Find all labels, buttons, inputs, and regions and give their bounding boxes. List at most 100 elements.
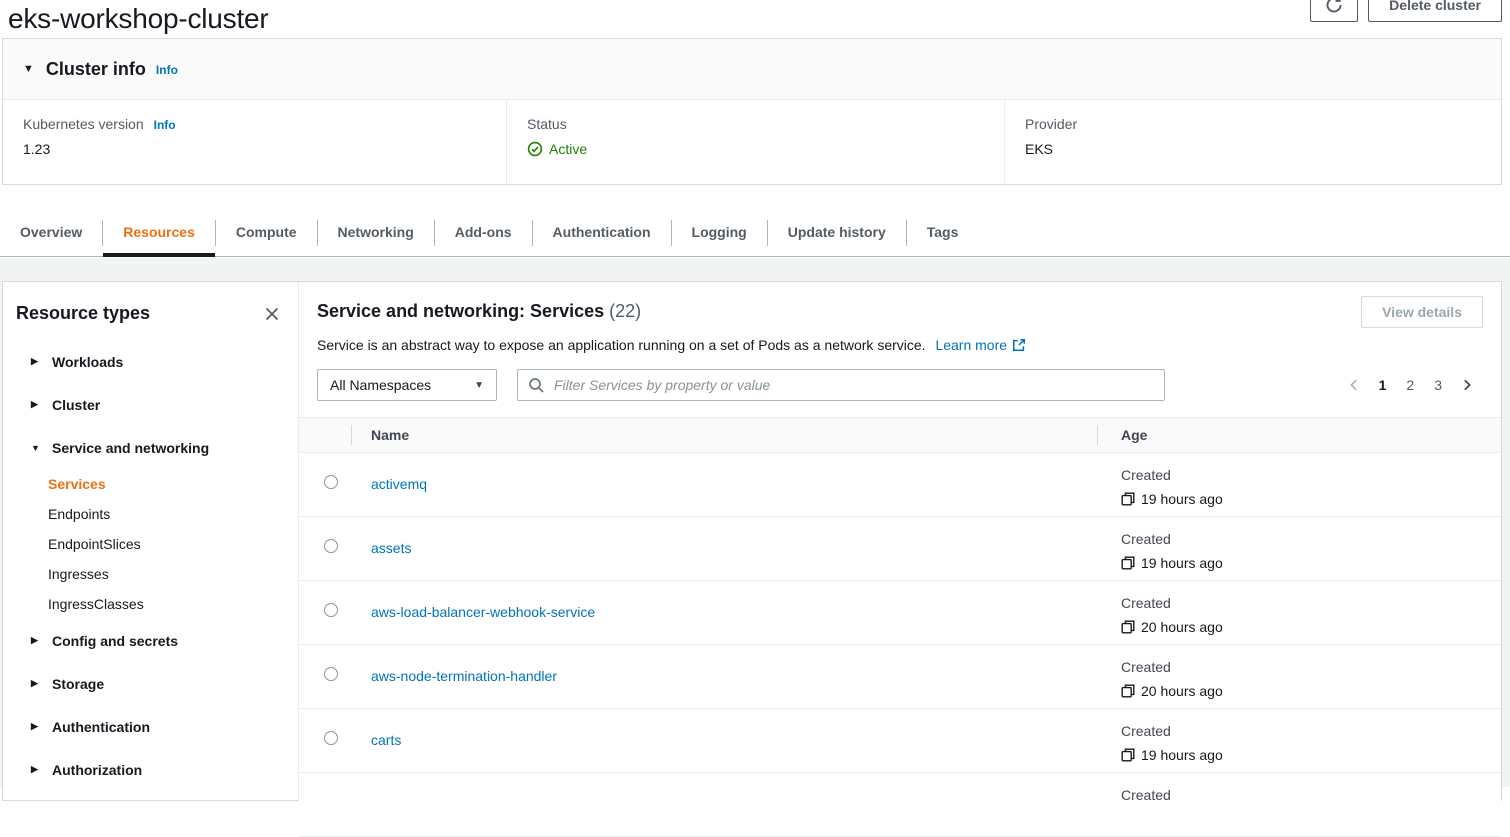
services-table: Name Age activemq Created 19 hours ago a… [299,417,1501,837]
page-number-2[interactable]: 2 [1399,377,1421,393]
page-number-3[interactable]: 3 [1427,377,1449,393]
age-cell: Created [1097,773,1501,836]
sidebar-group-cluster[interactable]: ▶ Cluster [3,383,298,426]
status-label: Status [527,116,1004,132]
tab-add-ons[interactable]: Add-ons [435,210,532,257]
sidebar-group-authorization[interactable]: ▶ Authorization [3,748,298,791]
sidebar-group-config-and-secrets[interactable]: ▶ Config and secrets [3,619,298,662]
name-column-header[interactable]: Name [351,427,1097,443]
created-label: Created [1121,721,1501,741]
caret-right-icon: ▶ [31,356,42,367]
tab-compute[interactable]: Compute [216,210,317,257]
age-cell: Created 19 hours ago [1097,517,1501,580]
panel-description: Service is an abstract way to expose an … [317,335,1483,355]
sidebar-group-label: Authorization [52,762,142,778]
service-name-link[interactable]: activemq [371,476,427,492]
sidebar-item-ingressclasses[interactable]: IngressClasses [3,589,298,619]
kubernetes-version-info-link[interactable]: Info [154,118,176,132]
chevron-down-icon: ▼ [474,380,484,391]
close-icon[interactable] [262,304,282,324]
status-value: Active [549,141,587,157]
tab-overview[interactable]: Overview [0,210,102,257]
radio-button[interactable] [324,667,338,681]
age-cell: Created 20 hours ago [1097,581,1501,644]
table-header: Name Age [299,417,1501,453]
page-number-1[interactable]: 1 [1372,377,1394,393]
created-label: Created [1121,593,1501,613]
learn-more-text: Learn more [935,335,1007,355]
services-count: (22) [609,301,641,321]
service-name-link[interactable]: carts [371,732,401,748]
cluster-info-body: Kubernetes version Info 1.23 Status Acti… [3,100,1501,184]
search-input[interactable] [552,376,1160,394]
filter-row: All Namespaces ▼ 1 2 3 [317,369,1483,401]
age-column-header[interactable]: Age [1097,427,1501,443]
learn-more-link[interactable]: Learn more [935,335,1026,355]
page-header: eks-workshop-cluster Delete cluster [0,0,1510,38]
external-link-icon [1012,338,1026,352]
provider-label: Provider [1025,116,1501,132]
chevron-right-icon[interactable] [1455,373,1479,397]
services-panel: Service and networking: Services (22) Vi… [299,282,1501,800]
kubernetes-version-field: Kubernetes version Info 1.23 [3,100,506,184]
radio-button[interactable] [324,539,338,553]
created-label: Created [1121,785,1501,805]
tab-resources[interactable]: Resources [103,210,215,257]
sidebar-group-workloads[interactable]: ▶ Workloads [3,340,298,383]
delete-cluster-button[interactable]: Delete cluster [1368,0,1502,22]
radio-button[interactable] [324,475,338,489]
service-name-link[interactable]: aws-load-balancer-webhook-service [371,604,595,620]
table-row[interactable]: aws-node-termination-handler Created 20 … [299,645,1501,709]
resource-types-sidebar: Resource types ▶ Workloads ▶ Cluster ▼ S… [3,282,299,800]
tab-logging[interactable]: Logging [672,210,767,257]
search-box [517,369,1165,401]
resource-types-tree: ▶ Workloads ▶ Cluster ▼ Service and netw… [3,340,298,791]
sidebar-group-service-and-networking[interactable]: ▼ Service and networking [3,426,298,469]
sidebar-item-ingresses[interactable]: Ingresses [3,559,298,589]
pagination: 1 2 3 [1342,373,1483,397]
cluster-info-header[interactable]: ▼ Cluster info Info [3,39,1501,100]
sidebar-group-label: Authentication [52,719,150,735]
view-details-button[interactable]: View details [1361,296,1483,328]
chevron-left-icon[interactable] [1342,373,1366,397]
refresh-button[interactable] [1310,0,1358,22]
copy-icon[interactable] [1121,492,1135,506]
radio-button[interactable] [324,603,338,617]
provider-field: Provider EKS [1004,100,1501,184]
copy-icon[interactable] [1121,620,1135,634]
panel-title: Service and networking: Services (22) [317,296,641,326]
sidebar-item-services[interactable]: Services [3,469,298,499]
copy-icon[interactable] [1121,748,1135,762]
copy-icon[interactable] [1121,556,1135,570]
sidebar-group-label: Workloads [52,354,123,370]
caret-right-icon: ▶ [31,399,42,410]
copy-icon[interactable] [1121,684,1135,698]
table-row[interactable]: aws-load-balancer-webhook-service Create… [299,581,1501,645]
service-name-link[interactable]: assets [371,540,411,556]
cluster-info-info-link[interactable]: Info [156,63,178,77]
tab-authentication[interactable]: Authentication [533,210,671,257]
sidebar-group-authentication[interactable]: ▶ Authentication [3,705,298,748]
search-icon [528,377,544,393]
created-label: Created [1121,529,1501,549]
radio-button[interactable] [324,731,338,745]
service-name-link[interactable]: aws-node-termination-handler [371,668,557,684]
table-row[interactable]: activemq Created 19 hours ago [299,453,1501,517]
namespace-select[interactable]: All Namespaces ▼ [317,369,497,401]
sidebar-group-storage[interactable]: ▶ Storage [3,662,298,705]
age-cell: Created 19 hours ago [1097,709,1501,772]
age-value: 19 hours ago [1141,745,1223,765]
sidebar-group-label: Config and secrets [52,633,178,649]
tab-networking[interactable]: Networking [318,210,434,257]
sidebar-item-endpoints[interactable]: Endpoints [3,499,298,529]
status-field: Status Active [506,100,1004,184]
tab-tags[interactable]: Tags [907,210,979,257]
table-row[interactable]: carts Created 19 hours ago [299,709,1501,773]
collapse-triangle-icon[interactable]: ▼ [23,63,34,75]
sidebar-group-label: Service and networking [52,440,209,456]
tab-update-history[interactable]: Update history [768,210,906,257]
age-cell: Created 19 hours ago [1097,453,1501,516]
table-row[interactable]: assets Created 19 hours ago [299,517,1501,581]
sidebar-item-endpointslices[interactable]: EndpointSlices [3,529,298,559]
table-row-partial[interactable]: Created [299,773,1501,837]
